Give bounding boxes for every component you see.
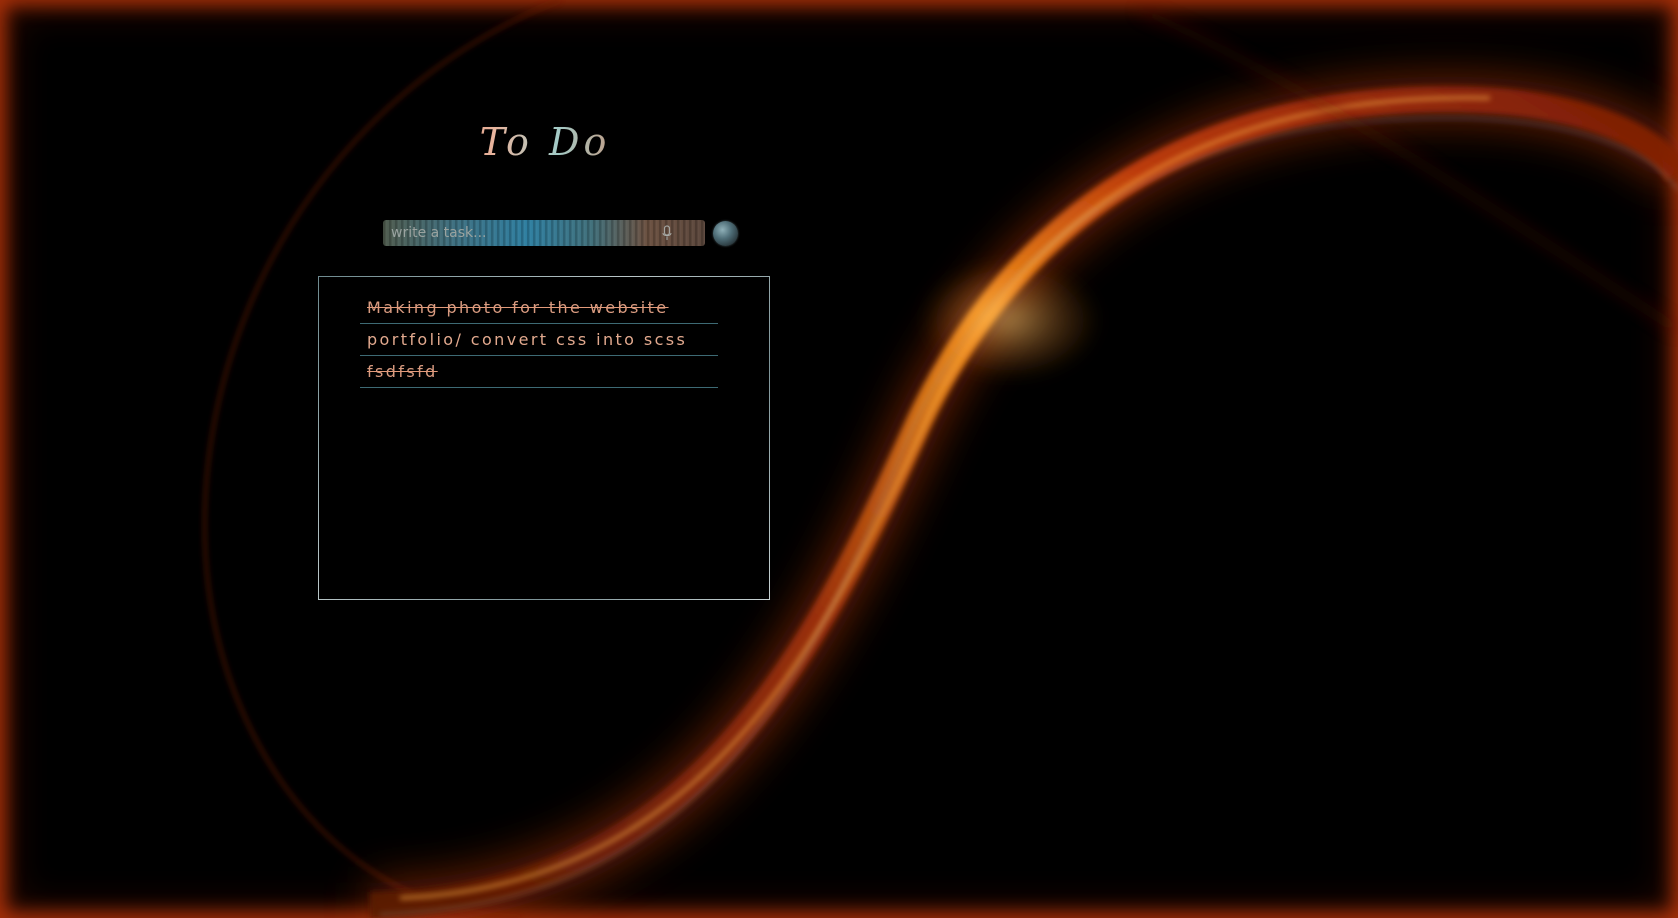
page-title: To Do bbox=[420, 120, 670, 164]
app-window: To Do Making photo for the website portf… bbox=[0, 0, 1678, 918]
mic-icon[interactable] bbox=[662, 225, 672, 241]
task-input[interactable] bbox=[383, 220, 705, 246]
task-text: fsdfsfd bbox=[367, 362, 438, 381]
task-list-panel: Making photo for the website portfolio/ … bbox=[318, 276, 770, 600]
task-item[interactable]: Making photo for the website bbox=[360, 292, 718, 324]
task-list: Making photo for the website portfolio/ … bbox=[360, 292, 718, 388]
task-item[interactable]: fsdfsfd bbox=[360, 356, 718, 388]
background-light-swirl bbox=[203, 0, 1678, 918]
task-item[interactable]: portfolio/ convert css into scss bbox=[360, 324, 718, 356]
task-text: Making photo for the website bbox=[367, 298, 669, 317]
add-task-button[interactable] bbox=[713, 221, 738, 246]
task-text: portfolio/ convert css into scss bbox=[367, 330, 688, 349]
